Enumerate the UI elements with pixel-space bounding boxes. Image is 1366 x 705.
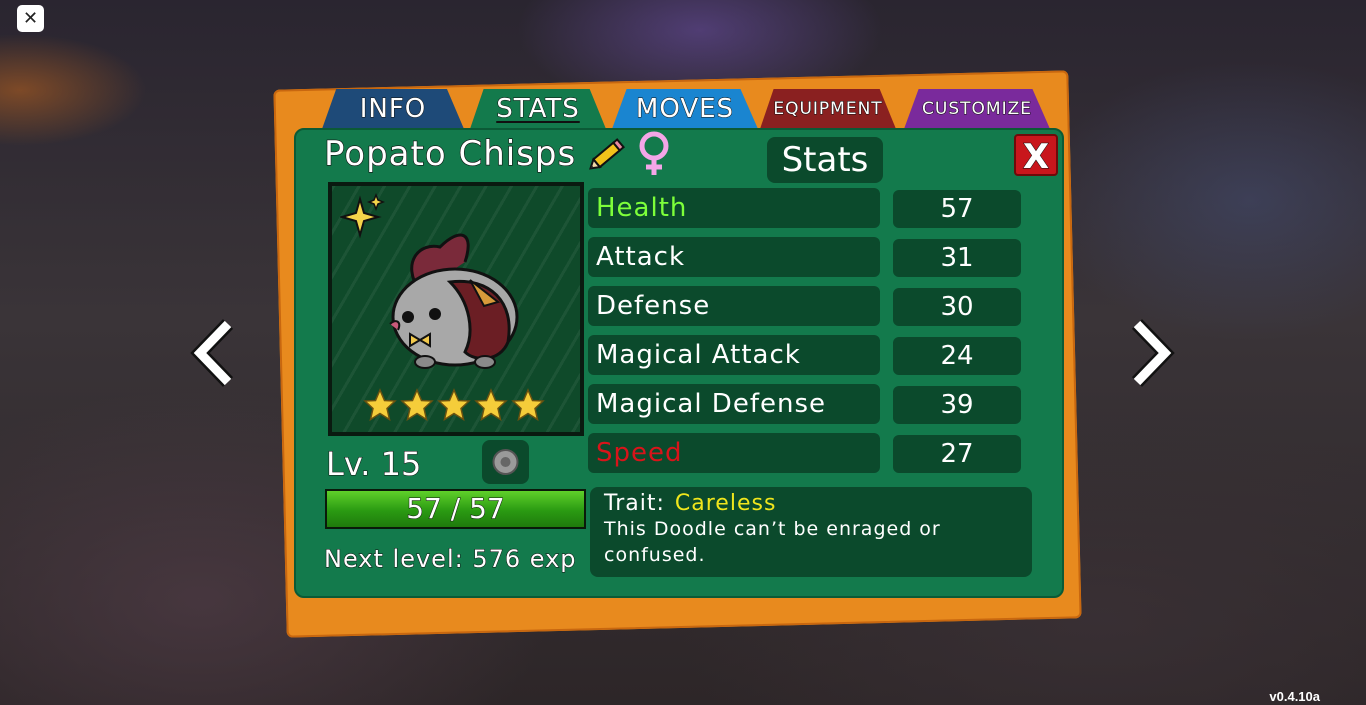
stat-row-magical-attack: Magical Attack 24 <box>588 335 1022 375</box>
trait-description: This Doodle can’t be enraged or confused… <box>604 518 941 566</box>
level-label: Lv. 15 <box>325 445 422 484</box>
trait-line: Trait: Careless <box>604 491 1018 516</box>
hp-bar: 57 / 57 <box>325 489 586 529</box>
tab-customize[interactable]: CUSTOMIZE <box>904 89 1050 129</box>
star-icon <box>363 388 397 422</box>
stat-value: 39 <box>893 386 1021 424</box>
stat-value: 27 <box>893 435 1021 473</box>
tab-stats[interactable]: STATS <box>470 89 606 129</box>
close-button[interactable]: X <box>1014 134 1058 178</box>
tab-info[interactable]: INFO <box>322 89 464 129</box>
tab-moves[interactable]: MOVES <box>612 89 758 129</box>
next-level-exp: Next level: 576 exp <box>324 545 577 574</box>
stat-name: Defense <box>588 286 880 326</box>
doodle-sprite <box>380 222 530 382</box>
star-icon <box>400 388 434 422</box>
stat-name: Attack <box>588 237 880 277</box>
chevron-right-icon[interactable] <box>1125 318 1175 388</box>
stat-name: Magical Defense <box>588 384 880 424</box>
star-icon <box>474 388 508 422</box>
female-icon <box>634 130 674 178</box>
stat-row-speed: Speed 27 <box>588 433 1022 473</box>
star-rating <box>363 388 545 422</box>
doodle-name: Popato Chisps <box>323 133 577 174</box>
stat-name: Magical Attack <box>588 335 880 375</box>
stat-row-defense: Defense 30 <box>588 286 1022 326</box>
pencil-icon[interactable] <box>586 134 630 176</box>
stat-value: 24 <box>893 337 1021 375</box>
chevron-left-icon[interactable] <box>190 318 240 388</box>
stat-value: 57 <box>893 190 1021 228</box>
star-icon <box>511 388 545 422</box>
tab-equipment[interactable]: EQUIPMENT <box>760 89 896 129</box>
stat-name: Speed <box>588 433 880 473</box>
stat-row-attack: Attack 31 <box>588 237 1022 277</box>
trait-label: Trait: <box>604 491 665 516</box>
stat-value: 30 <box>893 288 1021 326</box>
version-label: v0.4.10a <box>1269 689 1320 704</box>
stat-row-magical-defense: Magical Defense 39 <box>588 384 1022 424</box>
stat-value: 31 <box>893 239 1021 277</box>
hp-text: 57 / 57 <box>406 492 506 526</box>
stats-heading: Stats <box>767 137 883 183</box>
trait-box: Trait: Careless This Doodle can’t be enra… <box>590 487 1032 577</box>
stat-name: Health <box>588 188 880 228</box>
close-icon[interactable]: ✕ <box>17 5 44 32</box>
item-slot-icon[interactable] <box>482 440 529 484</box>
stat-row-health: Health 57 <box>588 188 1022 228</box>
trait-name: Careless <box>674 491 777 516</box>
star-icon <box>437 388 471 422</box>
